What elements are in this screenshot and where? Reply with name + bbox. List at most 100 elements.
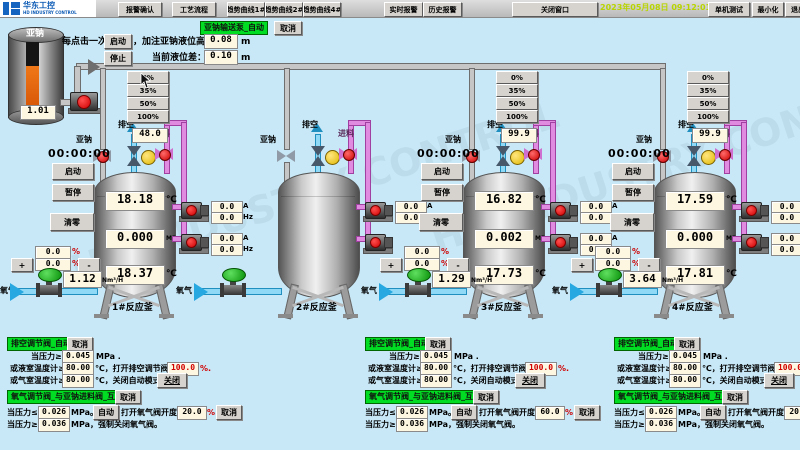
- vessel-foot: [463, 314, 478, 318]
- toolbar-button-4[interactable]: 趋势曲线2#: [265, 2, 303, 17]
- sodium-valve-body: [286, 150, 295, 162]
- pump-frequency-value: 0.0: [211, 212, 243, 224]
- amp-unit-label: A: [427, 203, 432, 210]
- oxygen-interlock-cancel-button[interactable]: 取消: [722, 390, 748, 404]
- current-level-value: 0.10: [204, 50, 238, 65]
- toolbar-button-5[interactable]: 趋势曲线4#: [303, 2, 341, 17]
- agitator-pump-1-cap: [384, 205, 393, 216]
- oxygen-valve-green-cap[interactable]: [598, 268, 622, 282]
- pause-button[interactable]: 暂停: [52, 184, 94, 201]
- start-button[interactable]: 启动: [612, 163, 654, 180]
- open-oxygen-text-label: 打开氧气阀开度：: [121, 409, 185, 417]
- oxygen-cancel-button[interactable]: 取消: [216, 405, 242, 420]
- toolbar-right-button-2[interactable]: 最小化: [752, 2, 784, 17]
- vent-valve-body: [127, 146, 141, 156]
- low-pressure-cond-label: 当压力≤: [365, 409, 396, 417]
- vessel-foot: [94, 314, 109, 318]
- clear-button[interactable]: 清零: [50, 213, 94, 231]
- vent-preset-button-50%[interactable]: 50%: [127, 97, 169, 110]
- opening-increase-button[interactable]: +: [571, 258, 593, 272]
- toolbar-button-7[interactable]: 历史报警: [423, 2, 462, 17]
- feed-start-button[interactable]: 启动: [104, 34, 132, 49]
- vent-preset-button-35%[interactable]: 35%: [687, 84, 729, 97]
- oxygen-cancel-button[interactable]: 取消: [574, 405, 600, 420]
- vessel-foot: [528, 314, 543, 318]
- oxygen-flow-arrow: [10, 283, 24, 301]
- vent-preset-button-35%[interactable]: 35%: [496, 84, 538, 97]
- opening-decrease-button[interactable]: -: [638, 258, 660, 272]
- feed-stop-button[interactable]: 停止: [104, 51, 132, 66]
- pump-manifold-pipe: [741, 122, 747, 244]
- vent-auto-cancel-button[interactable]: 取消: [425, 337, 451, 351]
- oxygen-auto-button[interactable]: 自动: [700, 405, 726, 420]
- oxygen-opening-value: 60.0: [535, 406, 565, 420]
- pause-button[interactable]: 暂停: [612, 184, 654, 201]
- vent-opening-value: 99.9: [501, 128, 537, 143]
- amp-unit-label: A: [612, 235, 617, 242]
- toolbar-right-button-1[interactable]: 单机测试: [708, 2, 750, 17]
- oxygen-valve-green-cap[interactable]: [222, 268, 246, 282]
- agitator-pump-1-status-light: [186, 205, 197, 216]
- reactor-name-label: 3#反应釜: [481, 304, 522, 313]
- vent-valve-body: [496, 146, 510, 156]
- sodium-pump-cancel-button[interactable]: 取消: [274, 21, 302, 35]
- vessel-foot: [343, 314, 358, 318]
- oxygen-interlock-cancel-button[interactable]: 取消: [115, 390, 141, 404]
- oxygen-valve-green-cap[interactable]: [38, 268, 62, 282]
- vent-preset-button-100%[interactable]: 100%: [496, 110, 538, 123]
- clear-button[interactable]: 清零: [419, 213, 463, 231]
- opening-decrease-button[interactable]: -: [78, 258, 100, 272]
- gas-temp-cond-label: 或气室温度计≥: [617, 377, 672, 385]
- toolbar-button-8[interactable]: 关闭窗口: [512, 2, 598, 17]
- close-button[interactable]: 关闭: [515, 373, 545, 388]
- clear-button[interactable]: 清零: [610, 213, 654, 231]
- toolbar-button-1[interactable]: 报警确认: [118, 2, 162, 17]
- vent-preset-button-0%[interactable]: 0%: [496, 71, 538, 84]
- amp-unit-label: A: [243, 235, 248, 242]
- vent-valve-actuator: [510, 150, 525, 165]
- agitator-pump-2-status-light: [370, 237, 381, 248]
- start-button[interactable]: 启动: [52, 163, 94, 180]
- agitator-pump-1-cap: [569, 205, 578, 216]
- vent-valve-actuator: [141, 150, 156, 165]
- toolbar-button-6[interactable]: 实时报警: [384, 2, 423, 17]
- tank-level-empty: [26, 42, 39, 66]
- datetime-display: 2023年05月08日 09:12:01: [600, 4, 711, 12]
- sodium-valve-label: 亚钠: [76, 136, 92, 144]
- agitator-pump-1-cap: [760, 205, 769, 216]
- oxygen-auto-button[interactable]: 自动: [451, 405, 477, 420]
- toolbar-button-2[interactable]: 工艺流程: [172, 2, 216, 17]
- opening-increase-button[interactable]: +: [380, 258, 402, 272]
- oxygen-interlock-cancel-button[interactable]: 取消: [473, 390, 499, 404]
- opening-increase-button[interactable]: +: [11, 258, 33, 272]
- oxygen-auto-button[interactable]: 自动: [93, 405, 119, 420]
- vent-auto-cancel-button[interactable]: 取消: [674, 337, 700, 351]
- sodium-drop-pipe: [660, 68, 666, 150]
- pause-button[interactable]: 暂停: [421, 184, 463, 201]
- logo-title: 华东工控: [23, 2, 55, 10]
- oxygen-valve-body: [600, 285, 618, 295]
- toolbar-right-button-3[interactable]: 退出: [785, 2, 800, 17]
- oxygen-flow-value: 1.12: [63, 271, 102, 288]
- amp-unit-label: A: [612, 203, 617, 210]
- sodium-drop-pipe: [469, 68, 475, 150]
- close-button[interactable]: 关闭: [764, 373, 794, 388]
- vent-preset-button-100%[interactable]: 100%: [127, 110, 169, 123]
- sodium-valve-label: 亚钠: [260, 136, 276, 144]
- toolbar-button-3[interactable]: 趋势曲线1#: [227, 2, 265, 17]
- vent-auto-cancel-button[interactable]: 取消: [67, 337, 93, 351]
- tank-level-fill: [26, 66, 39, 106]
- vent-preset-button-100%[interactable]: 100%: [687, 110, 729, 123]
- temp-unit-label: ℃: [535, 270, 546, 279]
- start-button[interactable]: 启动: [421, 163, 463, 180]
- oxygen-label: 氧气: [552, 287, 568, 295]
- close-button[interactable]: 关闭: [157, 373, 187, 388]
- oxygen-valve-green-cap[interactable]: [407, 268, 431, 282]
- logo-subtitle: HD INDUSTRY CONTROL: [23, 11, 77, 15]
- percent-unit-label: %: [72, 248, 80, 256]
- opening-decrease-button[interactable]: -: [447, 258, 469, 272]
- vent-preset-button-50%[interactable]: 50%: [687, 97, 729, 110]
- inject-height-value: 0.08: [204, 34, 238, 49]
- vent-preset-button-0%[interactable]: 0%: [687, 71, 729, 84]
- vent-preset-button-50%[interactable]: 50%: [496, 97, 538, 110]
